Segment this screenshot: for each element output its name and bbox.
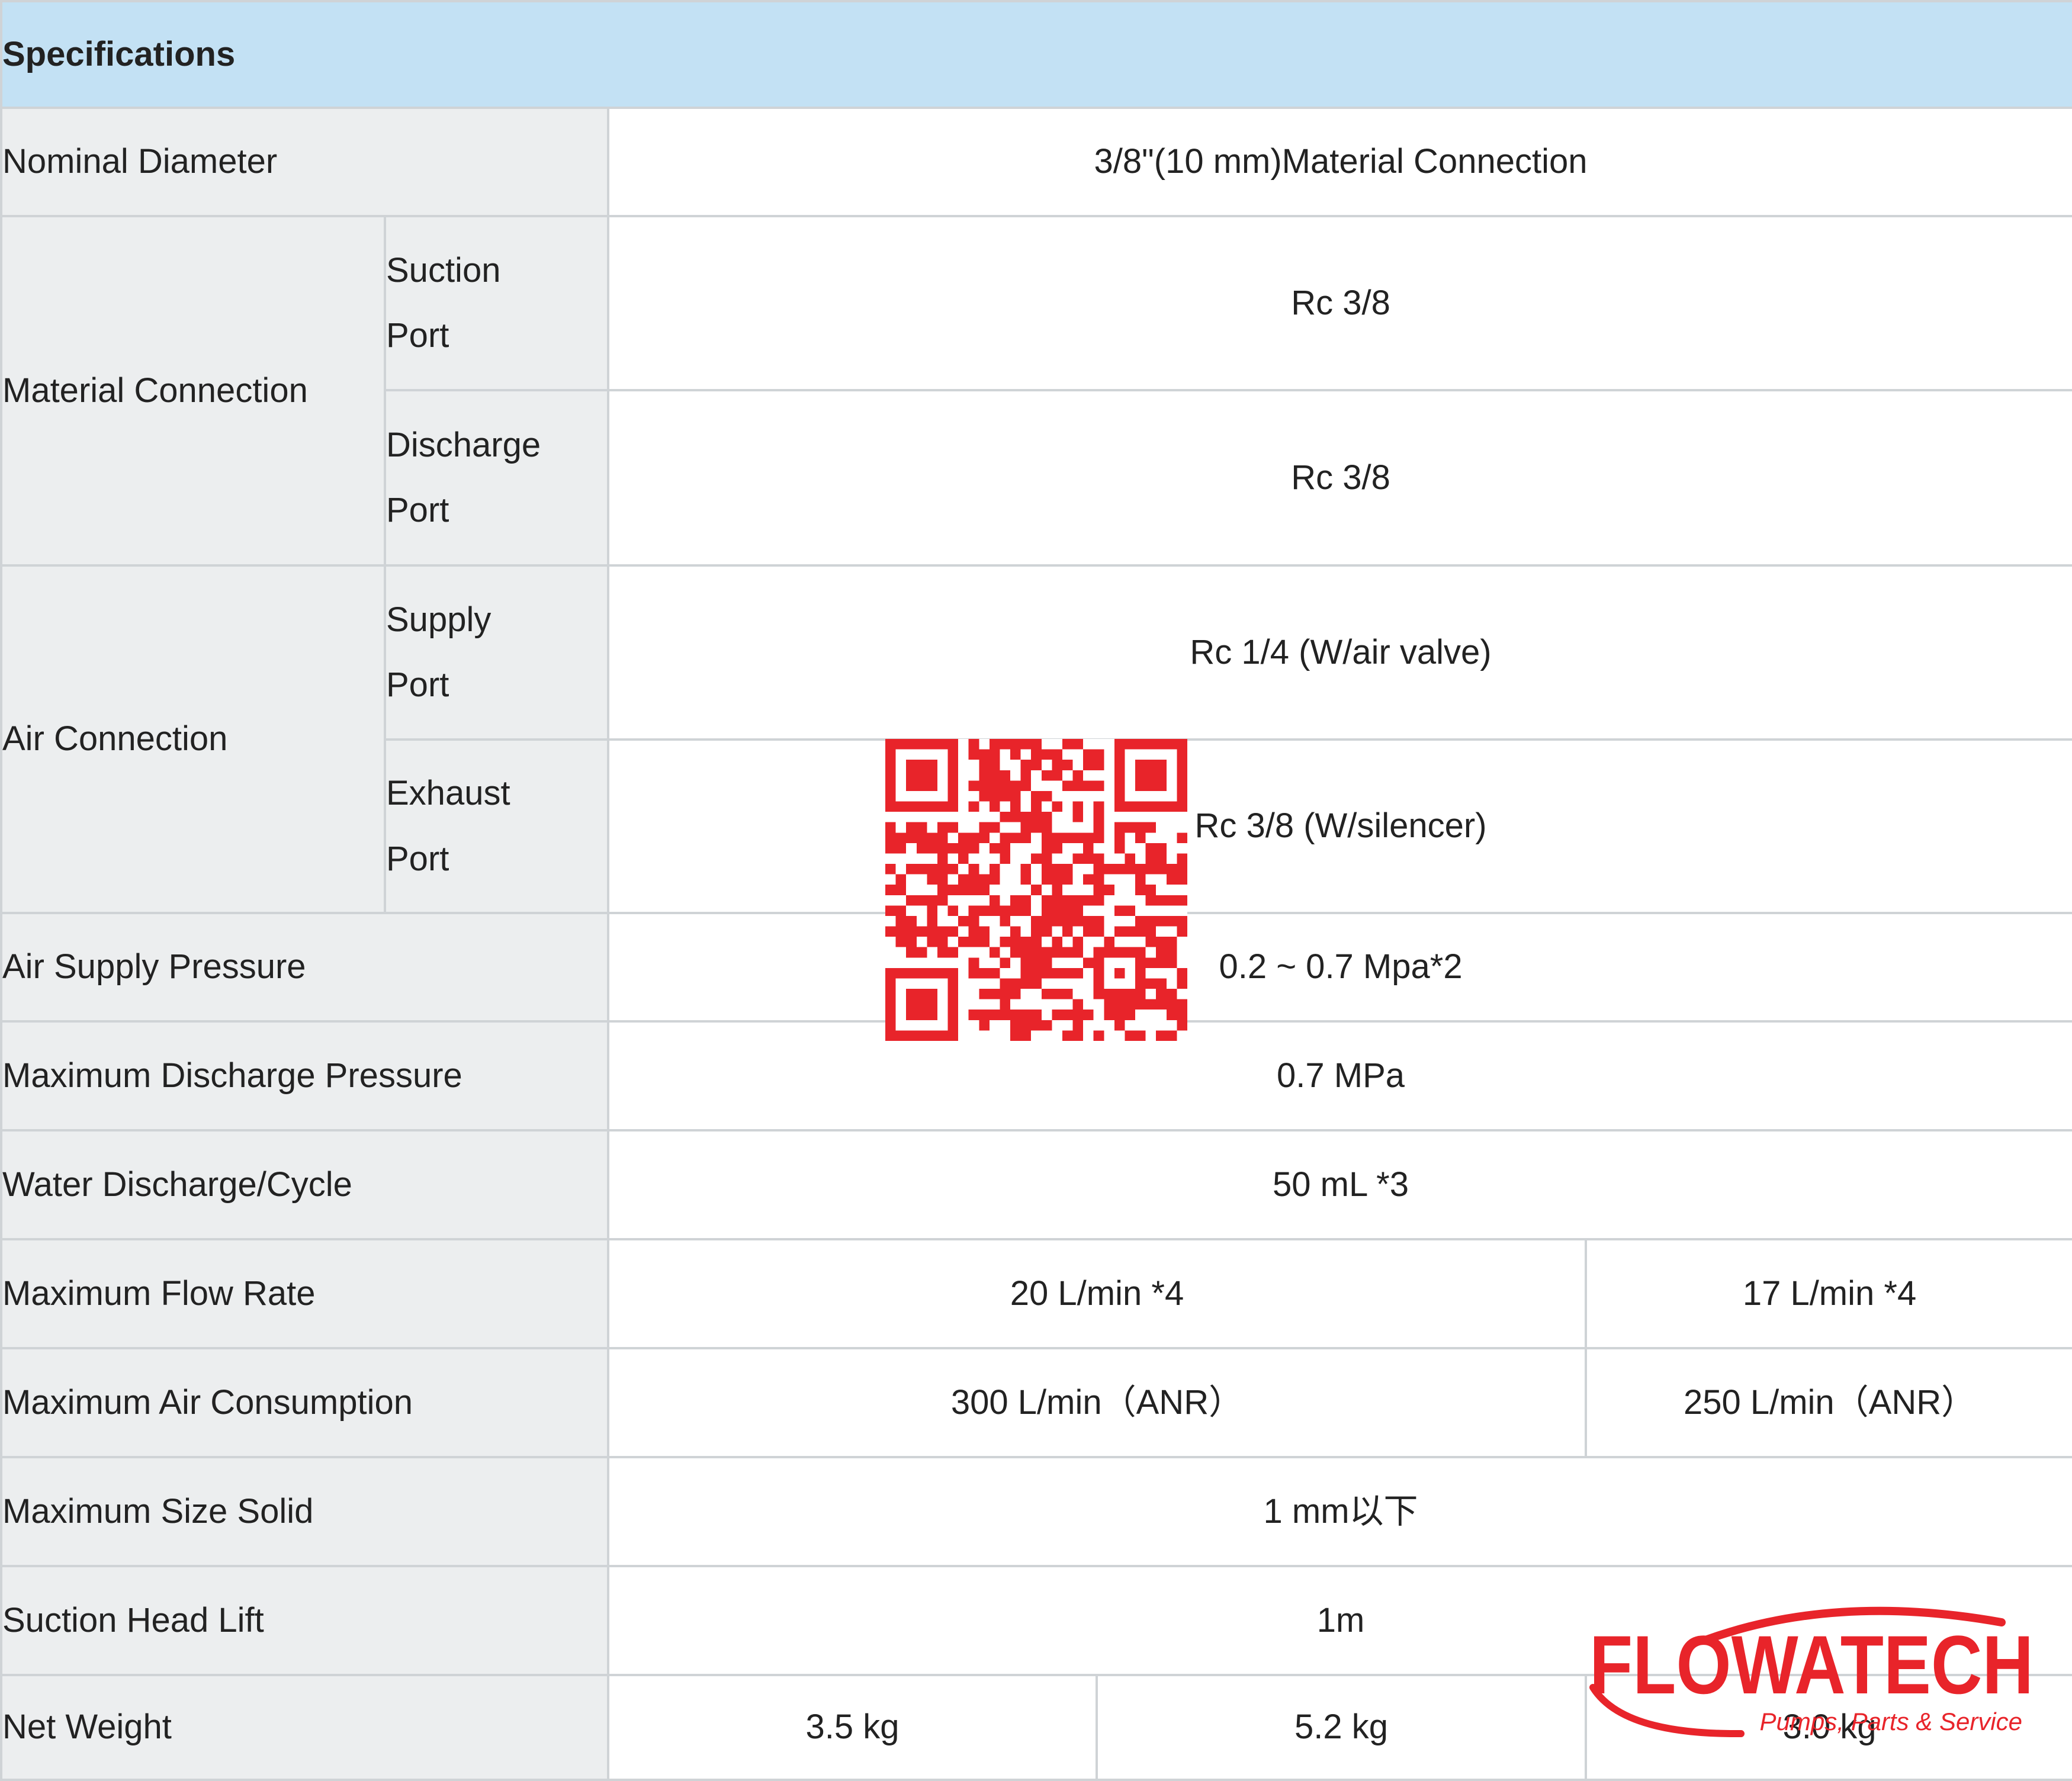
row-nominal-diameter: Nominal Diameter 3/8"(10 mm)Material Con… xyxy=(0,107,2072,217)
qr-code-icon xyxy=(885,739,1187,1041)
max-size-solid-label: Maximum Size Solid xyxy=(0,1456,609,1567)
max-discharge-pressure-value: 0.7 MPa xyxy=(606,1020,2072,1131)
max-size-solid-value: 1 mm以下 xyxy=(606,1456,2072,1567)
nominal-diameter-label: Nominal Diameter xyxy=(0,107,609,217)
row-max-size-solid: Maximum Size Solid 1 mm以下 xyxy=(0,1456,2072,1567)
air-connection-label: Air Connection xyxy=(0,564,386,914)
exhaust-port-label: Exhaust Port xyxy=(384,738,609,914)
supply-port-label: Supply Port xyxy=(384,564,609,741)
max-flow-rate-value-1: 20 L/min *4 xyxy=(607,1238,1587,1349)
row-max-flow-rate: Maximum Flow Rate 20 L/min *4 17 L/min *… xyxy=(0,1238,2072,1349)
supply-port-value: Rc 1/4 (W/air valve) xyxy=(606,564,2072,741)
exhaust-port-value: Rc 3/8 (W/silencer) xyxy=(606,738,2072,914)
max-air-consumption-value-1: 300 L/min（ANR） xyxy=(607,1347,1587,1458)
max-air-consumption-label: Maximum Air Consumption xyxy=(0,1347,609,1458)
air-supply-pressure-value: 0.2 ~ 0.7 Mpa*2 xyxy=(606,912,2072,1023)
header-row: Specifications xyxy=(0,0,2072,109)
discharge-port-label: Discharge Port xyxy=(384,389,609,567)
row-water-discharge-cycle: Water Discharge/Cycle 50 mL *3 xyxy=(0,1129,2072,1240)
water-discharge-cycle-value: 50 mL *3 xyxy=(606,1129,2072,1240)
max-discharge-pressure-label: Maximum Discharge Pressure xyxy=(0,1020,609,1131)
row-max-air-consumption: Maximum Air Consumption 300 L/min（ANR） 2… xyxy=(0,1347,2072,1458)
max-flow-rate-value-2: 17 L/min *4 xyxy=(1584,1238,2072,1349)
material-connection-label: Material Connection xyxy=(0,215,386,567)
max-air-consumption-value-2: 250 L/min（ANR） xyxy=(1584,1347,2072,1458)
nominal-diameter-value: 3/8"(10 mm)Material Connection xyxy=(606,107,2072,217)
net-weight-value-1: 3.5 kg xyxy=(607,1674,1098,1781)
suction-port-value: Rc 3/8 xyxy=(606,215,2072,391)
suction-port-label: Suction Port xyxy=(384,215,609,391)
row-suction-port: Material Connection Suction Port Rc 3/8 xyxy=(0,215,2072,567)
net-weight-value-2: 5.2 kg xyxy=(1096,1674,1587,1781)
net-weight-label: Net Weight xyxy=(0,1674,609,1781)
discharge-port-value: Rc 3/8 xyxy=(606,389,2072,567)
water-discharge-cycle-label: Water Discharge/Cycle xyxy=(0,1129,609,1240)
logo-name: FLOWATECH xyxy=(1589,1618,2034,1711)
air-supply-pressure-label: Air Supply Pressure xyxy=(0,912,609,1023)
row-supply-port: Air Connection Supply Port Rc 1/4 (W/air … xyxy=(0,564,2072,914)
logo-tagline: Pumps, Parts & Service xyxy=(1760,1708,2022,1735)
suction-head-lift-label: Suction Head Lift xyxy=(0,1565,609,1676)
max-flow-rate-label: Maximum Flow Rate xyxy=(0,1238,609,1349)
specifications-title: Specifications xyxy=(0,0,2072,109)
flowatech-logo: FLOWATECH Pumps, Parts & Service xyxy=(1589,1606,2034,1738)
